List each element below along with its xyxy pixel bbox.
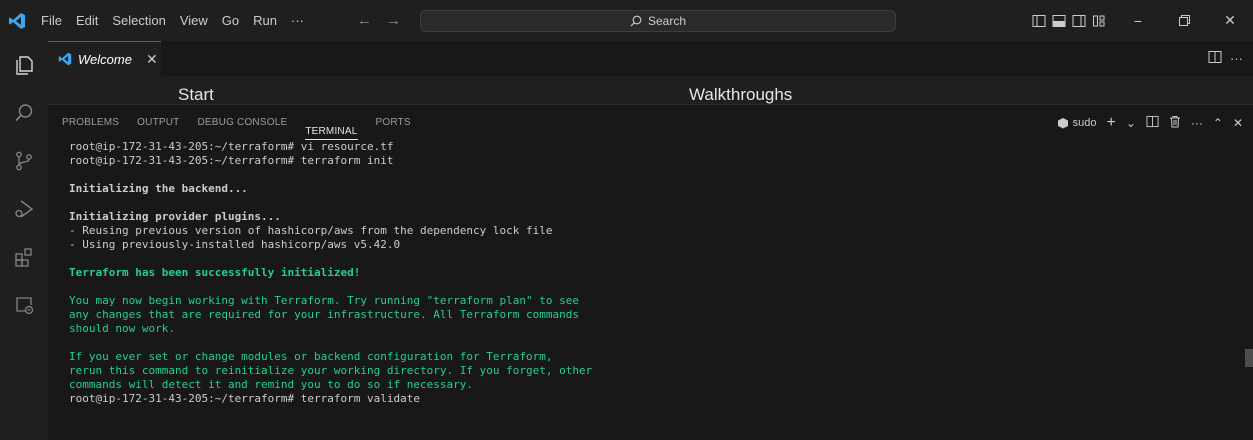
menu-go[interactable]: Go xyxy=(215,0,246,41)
remote-explorer-icon[interactable] xyxy=(0,281,48,329)
extensions-icon[interactable] xyxy=(0,233,48,281)
toggle-primary-sidebar-icon[interactable] xyxy=(1029,0,1049,41)
restore-icon[interactable] xyxy=(1161,0,1207,41)
terminal-line: Initializing the backend... xyxy=(69,182,248,195)
navigation-arrows: ← → xyxy=(357,12,401,29)
explorer-icon[interactable] xyxy=(0,41,48,89)
menu-view[interactable]: View xyxy=(173,0,215,41)
tab-label: Welcome xyxy=(78,51,132,67)
terminal-line: rerun this command to reinitialize your … xyxy=(69,364,593,377)
editor-tab-bar: Welcome ✕ ··· xyxy=(48,41,1253,76)
welcome-start-heading: Start xyxy=(178,85,214,104)
bottom-panel: PROBLEMS OUTPUT DEBUG CONSOLE TERMINAL P… xyxy=(48,104,1253,440)
toggle-panel-icon[interactable] xyxy=(1049,0,1069,41)
vscode-logo-icon xyxy=(0,0,34,41)
back-arrow-icon[interactable]: ← xyxy=(357,12,372,29)
split-terminal-icon[interactable] xyxy=(1146,115,1159,131)
title-bar: File Edit Selection View Go Run ··· ← → … xyxy=(0,0,1253,41)
terminal-line: root@ip-172-31-43-205:~/terraform# terra… xyxy=(69,392,420,405)
panel-tab-strip: PROBLEMS OUTPUT DEBUG CONSOLE TERMINAL P… xyxy=(48,105,429,140)
menu-edit[interactable]: Edit xyxy=(69,0,105,41)
terminal-line: You may now begin working with Terraform… xyxy=(69,294,579,307)
terminal-line: Initializing provider plugins... xyxy=(69,210,281,223)
search-icon xyxy=(630,15,642,27)
terminal-line: If you ever set or change modules or bac… xyxy=(69,350,553,363)
menu-more[interactable]: ··· xyxy=(284,0,311,41)
search-icon[interactable] xyxy=(0,89,48,137)
close-icon[interactable]: ✕ xyxy=(146,51,158,68)
maximize-panel-icon[interactable]: ⌃ xyxy=(1213,116,1223,130)
menu-run[interactable]: Run xyxy=(246,0,284,41)
more-actions-icon[interactable]: ··· xyxy=(1230,51,1243,66)
editor-actions: ··· xyxy=(1208,41,1243,76)
terminal-line: root@ip-172-31-43-205:~/terraform# terra… xyxy=(69,154,394,167)
menu-bar: File Edit Selection View Go Run ··· xyxy=(34,0,311,41)
close-window-icon[interactable]: ✕ xyxy=(1207,0,1253,41)
new-terminal-icon[interactable]: + xyxy=(1106,114,1115,132)
command-center-search[interactable]: Search xyxy=(420,10,896,32)
activity-bar xyxy=(0,41,48,440)
terminal-name: sudo xyxy=(1072,116,1097,129)
minimize-icon[interactable]: − xyxy=(1115,0,1161,41)
tab-output[interactable]: OUTPUT xyxy=(137,105,179,140)
title-bar-controls: − ✕ xyxy=(1029,0,1253,41)
terminal-line: commands will detect it and remind you t… xyxy=(69,378,473,391)
terminal-line: root@ip-172-31-43-205:~/terraform# vi re… xyxy=(69,140,394,153)
more-actions-icon[interactable]: ··· xyxy=(1191,116,1203,130)
customize-layout-icon[interactable] xyxy=(1089,0,1109,41)
chevron-down-icon[interactable]: ⌄ xyxy=(1126,116,1136,130)
tab-problems[interactable]: PROBLEMS xyxy=(62,105,119,140)
forward-arrow-icon[interactable]: → xyxy=(386,12,401,29)
terminal-scrollbar[interactable] xyxy=(1245,349,1253,367)
menu-file[interactable]: File xyxy=(34,0,69,41)
tab-welcome[interactable]: Welcome ✕ xyxy=(48,41,161,76)
terminal-line: Terraform has been successfully initiali… xyxy=(69,266,361,279)
terminal-selector[interactable]: sudo xyxy=(1057,116,1097,129)
search-label: Search xyxy=(647,14,687,28)
terminal-line: any changes that are required for your i… xyxy=(69,308,579,321)
panel-actions: sudo + ⌄ ··· ⌃ ✕ xyxy=(1057,105,1243,140)
terminal-profile-icon xyxy=(1057,117,1068,128)
terminal-line: - Using previously-installed hashicorp/a… xyxy=(69,238,401,251)
split-editor-icon[interactable] xyxy=(1208,50,1222,67)
run-debug-icon[interactable] xyxy=(0,185,48,233)
trash-icon[interactable] xyxy=(1169,115,1181,131)
tab-debug-console[interactable]: DEBUG CONSOLE xyxy=(197,105,287,140)
welcome-walkthroughs-heading: Walkthroughs xyxy=(689,85,793,104)
menu-selection[interactable]: Selection xyxy=(105,0,172,41)
tab-ports[interactable]: PORTS xyxy=(376,105,411,140)
vscode-logo-icon xyxy=(58,52,72,66)
close-panel-icon[interactable]: ✕ xyxy=(1233,116,1243,130)
terminal-line: should now work. xyxy=(69,322,175,335)
terminal-line: - Reusing previous version of hashicorp/… xyxy=(69,224,553,237)
tab-terminal[interactable]: TERMINAL xyxy=(305,114,358,140)
terminal-output[interactable]: root@ip-172-31-43-205:~/terraform# vi re… xyxy=(69,140,1219,406)
welcome-page: Start Walkthroughs xyxy=(48,76,1253,104)
source-control-icon[interactable] xyxy=(0,137,48,185)
toggle-secondary-sidebar-icon[interactable] xyxy=(1069,0,1089,41)
